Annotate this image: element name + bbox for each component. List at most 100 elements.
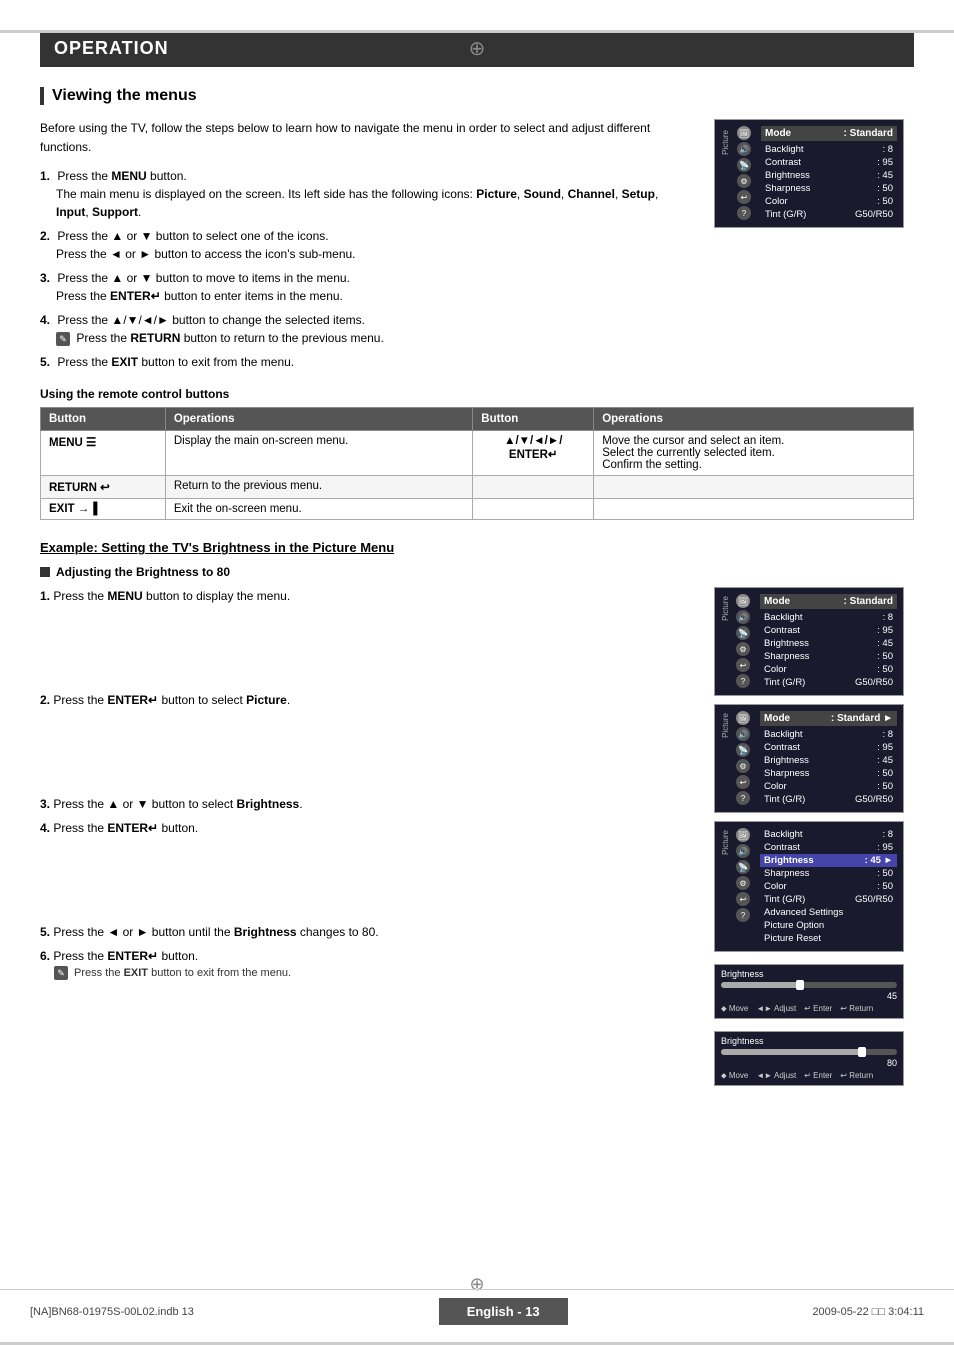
- step-indent: ✎ Press the EXIT button to exit from the…: [40, 965, 694, 982]
- menu-row: Contrast: 95: [761, 156, 897, 169]
- menu-icon-a4: ⚙: [736, 642, 750, 656]
- slider-label-80: Brightness: [721, 1036, 897, 1046]
- sub-section-title: Adjusting the Brightness to 80: [40, 565, 914, 579]
- button-table: Button Operations Button Operations MENU…: [40, 407, 914, 520]
- list-item: 4. Press the ▲/▼/◄/► button to change th…: [40, 311, 694, 347]
- menu-icon-b3: 📡: [736, 743, 750, 757]
- table-header-btn2: Button: [473, 408, 594, 431]
- btn-cell: ▲/▼/◄/►/ENTER↵: [473, 431, 594, 476]
- menu-row: Color: 50: [760, 780, 897, 793]
- step-num: 4.: [40, 313, 50, 327]
- menu-row: Backlight: 8: [760, 828, 897, 841]
- menu-row: Backlight: 8: [761, 143, 897, 156]
- top-border: [0, 30, 954, 33]
- adjust-label: ◄► Adjust: [756, 1004, 796, 1014]
- picture-label-2: Picture: [721, 596, 730, 621]
- menu-icon-a3: 📡: [736, 626, 750, 640]
- step-item: 1. Press the MENU button to display the …: [40, 587, 694, 605]
- menu-row: Picture Reset: [760, 932, 897, 945]
- menu-content-3: Mode : Standard ► Backlight: 8 Contrast:…: [760, 711, 897, 806]
- picture-label-3: Picture: [721, 713, 730, 738]
- slider-controls-45: ⬥ Move ◄► Adjust ↵ Enter ↩ Return: [721, 1004, 897, 1014]
- slider-value-80: 80: [721, 1058, 897, 1068]
- step-num: 3.: [40, 797, 50, 811]
- menu-content-2: Mode : Standard Backlight: 8 Contrast: 9…: [760, 594, 897, 689]
- menu-icon-b1: 🖼: [736, 711, 750, 725]
- example-row-1: 1. Press the MENU button to display the …: [40, 587, 914, 1086]
- menu-row: Color: 50: [760, 663, 897, 676]
- note-icon-2: ✎: [54, 966, 68, 980]
- step-num: 1.: [40, 169, 50, 183]
- menu-row: Brightness: 45: [761, 169, 897, 182]
- brightness-slider-80: Brightness 80 ⬥ Move ◄► Adjust ↵ Enter ↩…: [714, 1031, 904, 1086]
- step-indent: Press the ◄ or ► button to access the ic…: [40, 245, 694, 263]
- menu-icon-a1: 🖼: [736, 594, 750, 608]
- menu-icon-2: 🔊: [737, 142, 751, 156]
- section-title: Viewing the menus: [40, 87, 914, 105]
- page-footer: [NA]BN68-01975S-00L02.indb 13 English - …: [0, 1289, 954, 1325]
- menu-icon-b4: ⚙: [736, 759, 750, 773]
- step-indent: Press the ENTER↵ button to enter items i…: [40, 287, 694, 305]
- menu-title-3: Mode: [764, 713, 790, 724]
- page-content: OPERATION Viewing the menus Before using…: [40, 30, 914, 1086]
- menu-row: Tint (G/R)G50/R50: [760, 793, 897, 806]
- slider-thumb-45: [796, 980, 804, 990]
- menu-content: Mode : Standard Backlight: 8 Contrast: 9…: [761, 126, 897, 221]
- menu-title-val-3: : Standard ►: [831, 713, 893, 724]
- list-item: 2. Press the ▲ or ▼ button to select one…: [40, 227, 694, 263]
- spacer-2: [40, 715, 694, 795]
- tv-menu-example-3: Picture 🖼 🔊 📡 ⚙ ↩ ? Backlight: 8: [714, 821, 904, 952]
- step-item: 5. Press the ◄ or ► button until the Bri…: [40, 923, 694, 941]
- menu-row: Color: 50: [760, 880, 897, 893]
- step-num: 2.: [40, 229, 50, 243]
- menu-row: Picture Option: [760, 919, 897, 932]
- menu-row: Brightness: 45: [760, 754, 897, 767]
- bullet-square: [40, 567, 50, 577]
- step-num: 1.: [40, 589, 50, 603]
- page-number: English - 13: [439, 1298, 568, 1325]
- ops-cell: [594, 476, 914, 499]
- step-indent: ✎ Press the RETURN button to return to t…: [40, 329, 694, 347]
- move-label-2: ⬥ Move: [721, 1071, 748, 1081]
- adjust-label-2: ◄► Adjust: [756, 1071, 796, 1081]
- menu-title-2: Mode: [764, 596, 790, 607]
- step-num: 4.: [40, 821, 50, 835]
- registration-mark-top: ⊕: [469, 36, 486, 61]
- slider-track-80: [721, 1049, 897, 1055]
- menu-row: Contrast: 95: [760, 841, 897, 854]
- menu-icon-c5: ↩: [736, 892, 750, 906]
- step-item: 3. Press the ▲ or ▼ button to select Bri…: [40, 795, 694, 813]
- step-num: 5.: [40, 925, 50, 939]
- ops-cell: Display the main on-screen menu.: [165, 431, 472, 476]
- slider-value-45: 45: [721, 991, 897, 1001]
- step-num: 3.: [40, 271, 50, 285]
- ops-cell: Exit the on-screen menu.: [165, 499, 472, 520]
- step-item: 2. Press the ENTER↵ button to select Pic…: [40, 691, 694, 709]
- picture-side-label: Picture: [721, 130, 730, 155]
- table-header-ops2: Operations: [594, 408, 914, 431]
- table-header-btn1: Button: [41, 408, 166, 431]
- slider-thumb-80: [858, 1047, 866, 1057]
- slider-fill-80: [721, 1049, 862, 1055]
- sub-section-label: Adjusting the Brightness to 80: [56, 565, 230, 579]
- btn-cell: [473, 499, 594, 520]
- icon-col: 🖼 🔊 📡 ⚙ ↩ ?: [737, 126, 757, 221]
- menu-icon-c3: 📡: [736, 860, 750, 874]
- menu-row: Sharpness: 50: [761, 182, 897, 195]
- icon-col-2: 🖼 🔊 📡 ⚙ ↩ ?: [736, 594, 756, 689]
- example-steps: 1. Press the MENU button to display the …: [40, 587, 694, 1086]
- table-row: RETURN ↩ Return to the previous menu.: [41, 476, 914, 499]
- table-row: EXIT →▐ Exit the on-screen menu.: [41, 499, 914, 520]
- intro-text: Before using the TV, follow the steps be…: [40, 119, 694, 157]
- slider-track-45: [721, 982, 897, 988]
- list-item: 1. Press the MENU button. The main menu …: [40, 167, 694, 221]
- menu-title: Mode: [765, 128, 791, 139]
- menu-row: Sharpness: 50: [760, 867, 897, 880]
- menu-row: Brightness: 45: [760, 637, 897, 650]
- example-section: Example: Setting the TV's Brightness in …: [40, 540, 914, 1086]
- menu-row: Backlight: 8: [760, 611, 897, 624]
- menu-title-val: : Standard: [844, 128, 893, 139]
- slider-fill-45: [721, 982, 800, 988]
- menu-row: Tint (G/R)G50/R50: [760, 676, 897, 689]
- menu-icon-1: 🖼: [737, 126, 751, 140]
